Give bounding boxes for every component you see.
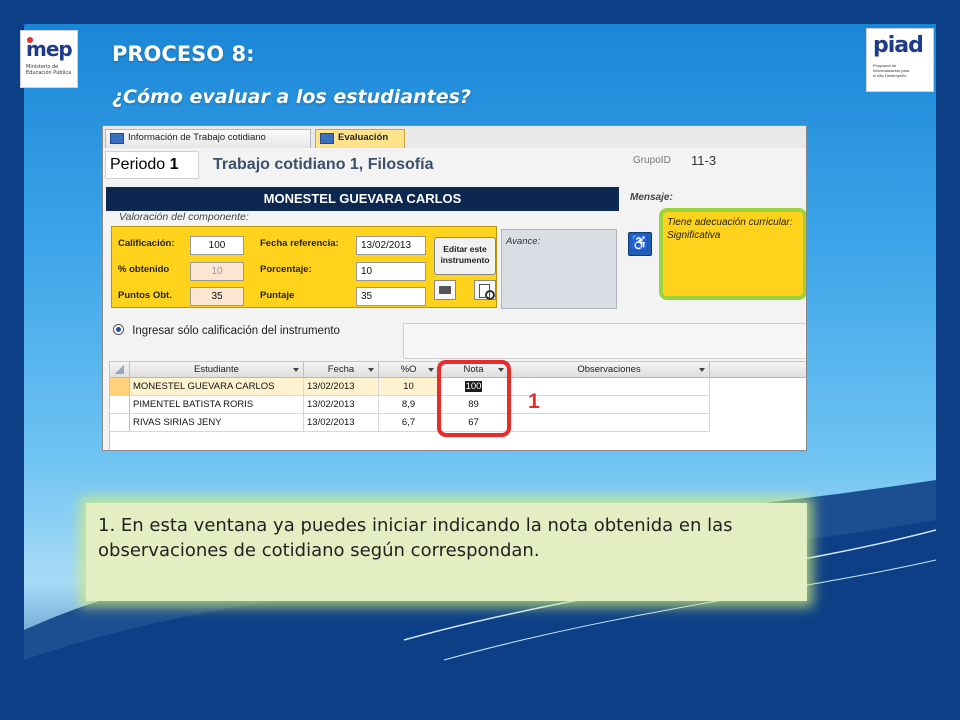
mensaje-box: Tiene adecuación curricular: Significati… xyxy=(659,208,806,300)
grupo-value: 11-3 xyxy=(691,153,717,168)
form-icon xyxy=(320,133,334,144)
puntaje-label: Puntaje xyxy=(260,290,295,301)
dropdown-arrow-icon[interactable] xyxy=(699,368,705,372)
fecha-referencia-label: Fecha referencia: xyxy=(260,238,339,249)
process-subheading: ¿Cómo evaluar a los estudiantes? xyxy=(112,86,471,108)
porcentaje-obtenido-label: % obtenido xyxy=(118,264,170,275)
cell-porcentaje[interactable]: 6,7 xyxy=(379,414,439,432)
form-icon xyxy=(110,133,124,144)
mensaje-label: Mensaje: xyxy=(630,192,673,203)
dropdown-arrow-icon[interactable] xyxy=(293,368,299,372)
cell-observaciones[interactable] xyxy=(509,414,710,432)
periodo-field: Periodo 1 xyxy=(105,151,199,179)
cell-fecha[interactable]: 13/02/2013 xyxy=(304,396,379,414)
row-selector[interactable] xyxy=(110,414,130,432)
print-icon[interactable] xyxy=(434,280,456,300)
piad-logo-word: piad xyxy=(873,33,924,58)
row-selector[interactable] xyxy=(110,378,130,396)
print-preview-icon[interactable] xyxy=(474,280,496,300)
column-header-label: Observaciones xyxy=(577,364,641,375)
dropdown-arrow-icon[interactable] xyxy=(368,368,374,372)
cell-porcentaje[interactable]: 10 xyxy=(379,378,439,396)
grupo-label: GrupoID xyxy=(633,155,671,166)
calificacion-input[interactable]: 100 xyxy=(190,236,244,255)
column-header-label: Estudiante xyxy=(194,364,239,375)
tab-bar: Información de Trabajo cotidiano Evaluac… xyxy=(103,126,806,148)
radio-selected-icon[interactable] xyxy=(113,324,124,335)
porcentaje-input[interactable]: 10 xyxy=(356,262,426,281)
column-header-label: Fecha xyxy=(327,364,355,375)
piad-logo-subtitle: Programa de Informatización para el Alto… xyxy=(873,63,910,78)
student-name-bar: MONESTEL GUEVARA CARLOS xyxy=(106,187,619,211)
dropdown-arrow-icon[interactable] xyxy=(428,368,434,372)
valoracion-label: Valoración del componente: xyxy=(119,211,249,223)
cell-estudiante[interactable]: PIMENTEL BATISTA RORIS xyxy=(130,396,304,414)
mep-logo: mep Ministerio de Educación Pública xyxy=(20,30,78,88)
periodo-label: Periodo xyxy=(110,156,166,173)
edit-instrument-button[interactable]: Editar este instrumento xyxy=(434,237,496,275)
puntos-obtenidos-field: 35 xyxy=(190,287,244,306)
porcentaje-obtenido-field: 10 xyxy=(190,262,244,281)
process-heading: PROCESO 8: xyxy=(112,42,255,66)
tab-informacion-trabajo-cotidiano[interactable]: Información de Trabajo cotidiano xyxy=(105,129,311,148)
avance-label: Avance: xyxy=(506,236,541,247)
table-row[interactable]: MONESTEL GUEVARA CARLOS 13/02/2013 10 10… xyxy=(110,378,710,396)
cell-porcentaje[interactable]: 8,9 xyxy=(379,396,439,414)
calificacion-label: Calificación: xyxy=(118,238,175,249)
cell-estudiante[interactable]: MONESTEL GUEVARA CARLOS xyxy=(130,378,304,396)
periodo-value: 1 xyxy=(169,156,179,173)
puntos-obtenidos-label: Puntos Obt. xyxy=(118,290,172,301)
mep-logo-word: mep xyxy=(26,37,73,61)
puntaje-input[interactable]: 35 xyxy=(356,287,426,306)
avance-panel: Avance: xyxy=(501,229,617,309)
cell-fecha[interactable]: 13/02/2013 xyxy=(304,378,379,396)
grades-panel: Calificación: 100 % obtenido 10 Puntos O… xyxy=(111,226,497,308)
blank-info-field xyxy=(403,323,806,359)
nota-column-highlight xyxy=(437,360,511,437)
radio-ingresar-calificacion[interactable]: Ingresar sólo calificación del instrumen… xyxy=(113,324,340,337)
piad-logo: piad Programa de Informatización para el… xyxy=(866,28,934,92)
callout-number: 1 xyxy=(528,390,540,413)
column-header-estudiante[interactable]: Estudiante xyxy=(130,362,304,378)
porcentaje-label: Porcentaje: xyxy=(260,264,312,275)
tab-evaluacion[interactable]: Evaluación xyxy=(315,129,405,148)
tab-label: Información de Trabajo cotidiano xyxy=(128,132,266,143)
column-header-porcentaje[interactable]: %O xyxy=(379,362,439,378)
cell-fecha[interactable]: 13/02/2013 xyxy=(304,414,379,432)
row-selector[interactable] xyxy=(110,396,130,414)
accessibility-icon[interactable]: ♿ xyxy=(628,232,652,256)
column-header-fecha[interactable]: Fecha xyxy=(304,362,379,378)
table-row[interactable]: RIVAS SIRIAS JENY 13/02/2013 6,7 67 xyxy=(110,414,710,432)
select-all-icon[interactable] xyxy=(110,362,130,378)
assignment-title: Trabajo cotidiano 1, Filosofía xyxy=(213,156,434,173)
fecha-referencia-input[interactable]: 13/02/2013 xyxy=(356,236,426,255)
column-header-label: %O xyxy=(400,364,417,375)
tab-label: Evaluación xyxy=(338,132,389,143)
column-header-observaciones[interactable]: Observaciones xyxy=(509,362,710,378)
table-row[interactable]: PIMENTEL BATISTA RORIS 13/02/2013 8,9 89 xyxy=(110,396,710,414)
cell-estudiante[interactable]: RIVAS SIRIAS JENY xyxy=(130,414,304,432)
radio-label: Ingresar sólo calificación del instrumen… xyxy=(132,325,340,337)
instruction-note: 1. En esta ventana ya puedes iniciar ind… xyxy=(86,503,807,601)
mep-logo-subtitle: Ministerio de Educación Pública xyxy=(26,64,72,76)
